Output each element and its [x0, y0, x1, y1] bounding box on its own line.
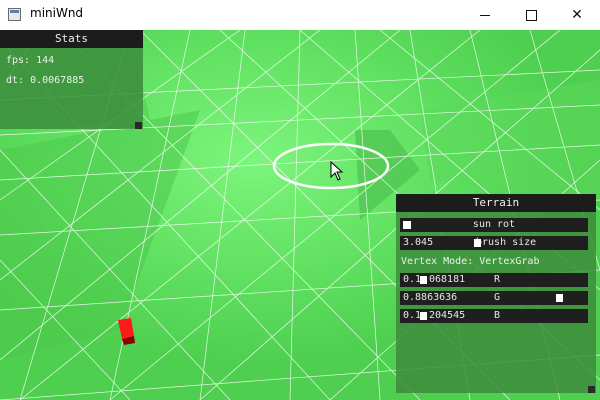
sun-rot-button[interactable]: sun rot [400, 218, 588, 232]
color-g-value: 0.8863636 [403, 292, 458, 303]
color-r-label: R [494, 274, 501, 285]
window-title: miniWnd [30, 6, 84, 20]
maximize-button[interactable] [508, 0, 554, 30]
resize-grip[interactable] [588, 386, 595, 393]
color-b-label: B [494, 310, 501, 321]
window-titlebar[interactable]: miniWnd ✕ [0, 0, 600, 30]
color-g-label: G [494, 292, 501, 303]
color-b-value-tail: 204545 [429, 310, 466, 321]
close-icon: ✕ [571, 7, 583, 23]
maximize-icon [525, 9, 537, 21]
color-r-value: 0.1 [403, 274, 422, 285]
close-button[interactable]: ✕ [554, 0, 600, 30]
minimize-icon [480, 14, 490, 16]
stats-panel[interactable]: Stats fps: 144 dt: 0.0067885 [0, 30, 143, 129]
color-r-knob[interactable] [420, 276, 428, 284]
color-g-knob[interactable] [556, 294, 564, 302]
color-g-slider[interactable]: 0.8863636 G [400, 291, 588, 305]
terrain-panel[interactable]: Terrain sun rot 3.045 brush size Vertex … [396, 194, 596, 393]
vertex-mode-readout: Vertex Mode: VertexGrab [401, 256, 540, 267]
dt-readout: dt: 0.0067885 [6, 75, 85, 86]
color-r-slider[interactable]: 0.1 068181 R [400, 273, 588, 287]
resize-grip[interactable] [135, 122, 142, 129]
color-b-knob[interactable] [420, 312, 428, 320]
brush-size-knob[interactable] [474, 239, 482, 247]
color-r-value-tail: 068181 [429, 274, 466, 285]
terrain-panel-title[interactable]: Terrain [396, 194, 596, 212]
color-b-slider[interactable]: 0.1 204545 B [400, 309, 588, 323]
minimize-button[interactable] [462, 0, 508, 30]
brush-size-slider[interactable]: 3.045 brush size [400, 236, 588, 250]
sun-rot-label: sun rot [472, 219, 516, 230]
color-b-value: 0.1 [403, 310, 422, 321]
fps-readout: fps: 144 [6, 55, 55, 66]
brush-size-label: brush size [476, 237, 537, 248]
brush-size-value: 3.045 [403, 237, 434, 248]
app-icon [8, 8, 21, 21]
stats-panel-title[interactable]: Stats [0, 30, 143, 48]
